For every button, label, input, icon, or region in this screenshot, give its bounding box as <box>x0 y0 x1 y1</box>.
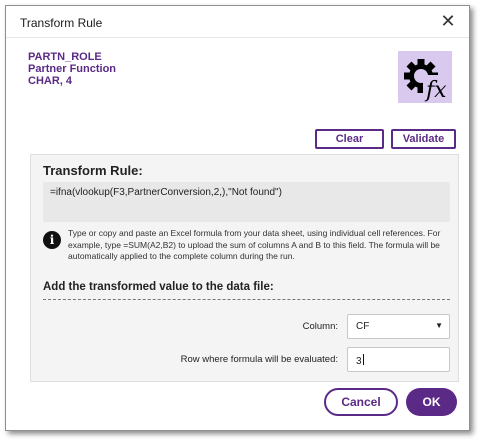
fx-text: fx <box>424 78 447 103</box>
title-bar: Transform Rule ✕ <box>6 6 469 38</box>
cancel-button[interactable]: Cancel <box>324 388 398 416</box>
field-name: PARTN_ROLE <box>28 51 102 63</box>
section-divider <box>43 299 450 300</box>
column-label: Column: <box>302 321 338 332</box>
dialog-title: Transform Rule <box>20 16 103 30</box>
transform-rule-heading: Transform Rule: <box>43 163 143 178</box>
dropdown-arrow-icon: ▼ <box>435 321 443 330</box>
validate-button[interactable]: Validate <box>391 129 456 149</box>
column-select[interactable]: CF ▼ <box>347 314 450 339</box>
output-section-heading: Add the transformed value to the data fi… <box>43 281 274 293</box>
close-icon: ✕ <box>440 11 456 31</box>
help-text: Type or copy and paste an Excel formula … <box>68 228 441 261</box>
close-button[interactable]: ✕ <box>437 10 459 32</box>
gear-fx-icon: fx <box>398 51 452 103</box>
row-input[interactable]: 3 <box>347 347 450 372</box>
field-type: CHAR, 4 <box>28 75 73 87</box>
text-caret <box>362 354 364 365</box>
info-icon: i <box>43 231 61 249</box>
clear-button[interactable]: Clear <box>315 129 384 149</box>
row-input-value: 3 <box>356 356 362 367</box>
ok-button[interactable]: OK <box>406 388 457 416</box>
formula-input[interactable]: =ifna(vlookup(F3,PartnerConversion,2,),"… <box>43 182 450 222</box>
row-label: Row where formula will be evaluated: <box>180 354 338 365</box>
transform-rule-dialog: Transform Rule ✕ PARTN_ROLE Partner Func… <box>5 5 470 431</box>
field-info: PARTN_ROLE Partner Function CHAR, 4 <box>28 51 116 87</box>
field-description: Partner Function <box>28 63 117 75</box>
transform-rule-panel: Transform Rule: =ifna(vlookup(F3,Partner… <box>30 154 459 382</box>
column-select-value: CF <box>356 321 370 332</box>
